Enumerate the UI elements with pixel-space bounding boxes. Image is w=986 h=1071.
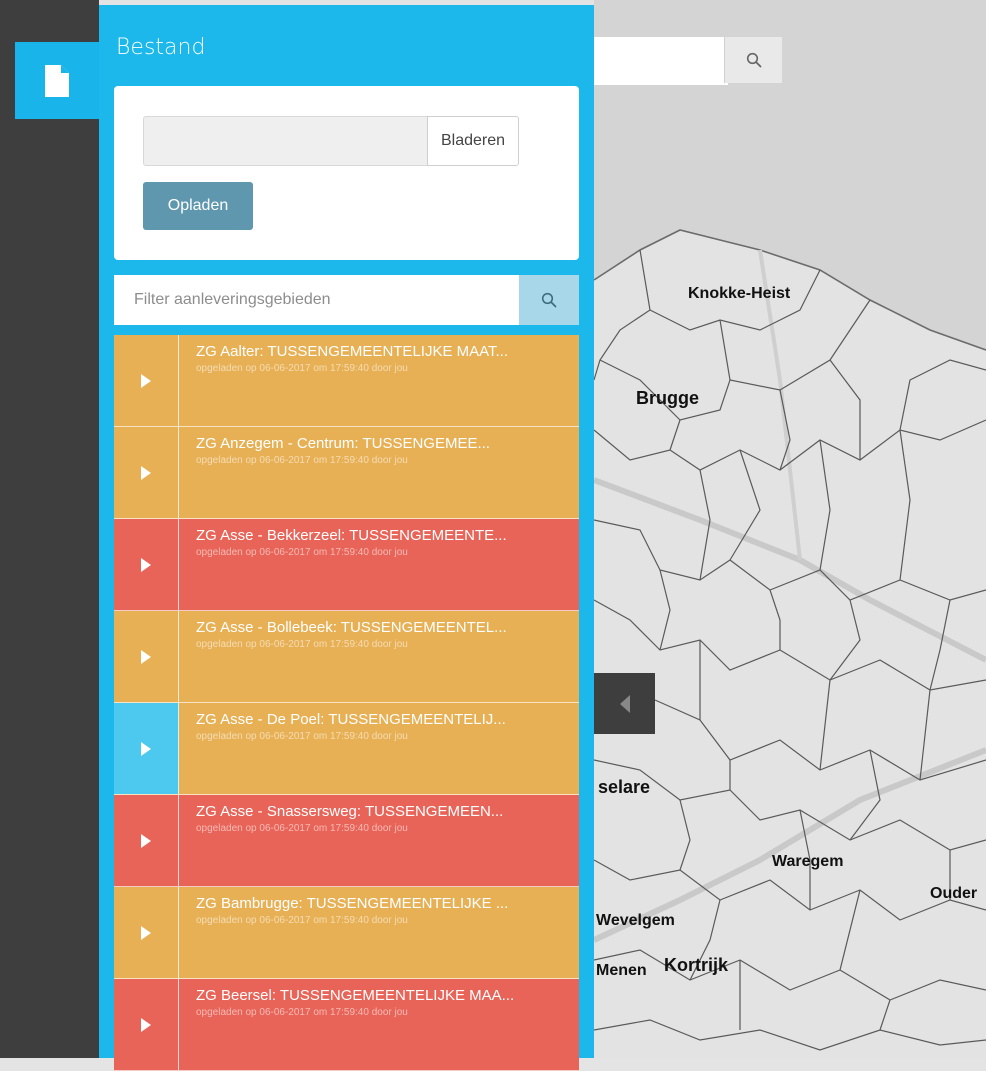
list-item-meta: opgeladen op 06-06-2017 om 17:59:40 door… <box>196 639 408 650</box>
panel-title: Bestand <box>116 35 206 60</box>
list-item[interactable]: ZG Asse - Bollebeek: TUSSENGEMEENTEL... … <box>114 611 579 703</box>
city-label: Wevelgem <box>596 912 675 929</box>
list-item-title: ZG Bambrugge: TUSSENGEMEENTELIJKE ... <box>196 895 509 912</box>
road <box>592 477 986 663</box>
filter-input[interactable] <box>114 275 519 325</box>
list-item[interactable]: ZG Asse - Bekkerzeel: TUSSENGEMEENTE... … <box>114 519 579 611</box>
municipality-borders <box>593 249 986 1051</box>
sidebar-rail <box>0 0 99 1058</box>
list-item-meta: opgeladen op 06-06-2017 om 17:59:40 door… <box>196 915 408 926</box>
collapse-panel-button[interactable] <box>594 673 655 734</box>
list-item-title: ZG Anzegem - Centrum: TUSSENGEMEE... <box>196 435 490 452</box>
browse-button[interactable]: Bladeren <box>427 116 519 166</box>
city-label: Brugge <box>636 388 699 408</box>
list-item-meta: opgeladen op 06-06-2017 om 17:59:40 door… <box>196 455 408 466</box>
document-icon <box>45 64 69 97</box>
upload-button[interactable]: Opladen <box>143 182 253 230</box>
list-item[interactable]: ZG Asse - De Poel: TUSSENGEMEENTELIJ... … <box>114 703 579 795</box>
search-icon <box>541 292 557 308</box>
play-icon <box>141 373 151 388</box>
play-icon <box>141 1017 151 1032</box>
filter-search-button[interactable] <box>519 275 579 325</box>
play-icon <box>141 557 151 572</box>
list-item[interactable]: ZG Asse - Snassersweg: TUSSENGEMEEN... o… <box>114 795 579 887</box>
list-item[interactable]: ZG Aalter: TUSSENGEMEENTELIJKE MAAT... o… <box>114 335 579 427</box>
map-search-input[interactable] <box>594 37 728 85</box>
list-item-title: ZG Asse - De Poel: TUSSENGEMEENTELIJ... <box>196 711 506 728</box>
caret-left-icon <box>619 694 630 713</box>
list-item-title: ZG Beersel: TUSSENGEMEENTELIJKE MAA... <box>196 987 515 1004</box>
list-item-meta: opgeladen op 06-06-2017 om 17:59:40 door… <box>196 823 408 834</box>
city-label: Menen <box>596 962 647 979</box>
list-item-title: ZG Asse - Snassersweg: TUSSENGEMEEN... <box>196 803 504 820</box>
play-icon <box>141 925 151 940</box>
expand-toggle[interactable] <box>114 335 179 426</box>
file-path-field[interactable] <box>143 116 428 166</box>
list-item-title: ZG Asse - Bekkerzeel: TUSSENGEMEENTE... <box>196 527 507 544</box>
city-label: Ouder <box>930 885 978 902</box>
expand-toggle[interactable] <box>114 979 179 1070</box>
list-item-meta: opgeladen op 06-06-2017 om 17:59:40 door… <box>196 363 408 374</box>
play-icon <box>141 741 151 756</box>
expand-toggle[interactable] <box>114 703 179 794</box>
city-label: Kortrijk <box>664 955 729 975</box>
expand-toggle[interactable] <box>114 795 179 886</box>
list-item-meta: opgeladen op 06-06-2017 om 17:59:40 door… <box>196 731 408 742</box>
city-label: Waregem <box>772 853 844 870</box>
sidebar-item-file[interactable] <box>15 42 99 119</box>
expand-toggle[interactable] <box>114 519 179 610</box>
file-panel: Bestand Bladeren Opladen ZG Aalter: TUSS… <box>99 5 594 1071</box>
map-search-button[interactable] <box>724 37 782 83</box>
city-label: selare <box>598 777 651 797</box>
filter-row <box>114 275 579 325</box>
list-item-title: ZG Asse - Bollebeek: TUSSENGEMEENTEL... <box>196 619 507 636</box>
list-item-title: ZG Aalter: TUSSENGEMEENTELIJKE MAAT... <box>196 343 509 360</box>
expand-toggle[interactable] <box>114 611 179 702</box>
list-item[interactable]: ZG Anzegem - Centrum: TUSSENGEMEE... opg… <box>114 427 579 519</box>
city-label: Knokke-Heist <box>688 285 791 302</box>
list-item-meta: opgeladen op 06-06-2017 om 17:59:40 door… <box>196 547 408 558</box>
play-icon <box>141 465 151 480</box>
expand-toggle[interactable] <box>114 427 179 518</box>
search-icon <box>746 52 761 68</box>
list-item[interactable]: ZG Bambrugge: TUSSENGEMEENTELIJKE ... op… <box>114 887 579 979</box>
list-item[interactable]: ZG Beersel: TUSSENGEMEENTELIJKE MAA... o… <box>114 979 579 1071</box>
expand-toggle[interactable] <box>114 887 179 978</box>
upload-box: Bladeren Opladen <box>114 86 579 260</box>
delivery-area-list: ZG Aalter: TUSSENGEMEENTELIJKE MAAT... o… <box>114 335 579 1071</box>
list-item-meta: opgeladen op 06-06-2017 om 17:59:40 door… <box>196 1007 408 1018</box>
play-icon <box>141 833 151 848</box>
play-icon <box>141 649 151 664</box>
